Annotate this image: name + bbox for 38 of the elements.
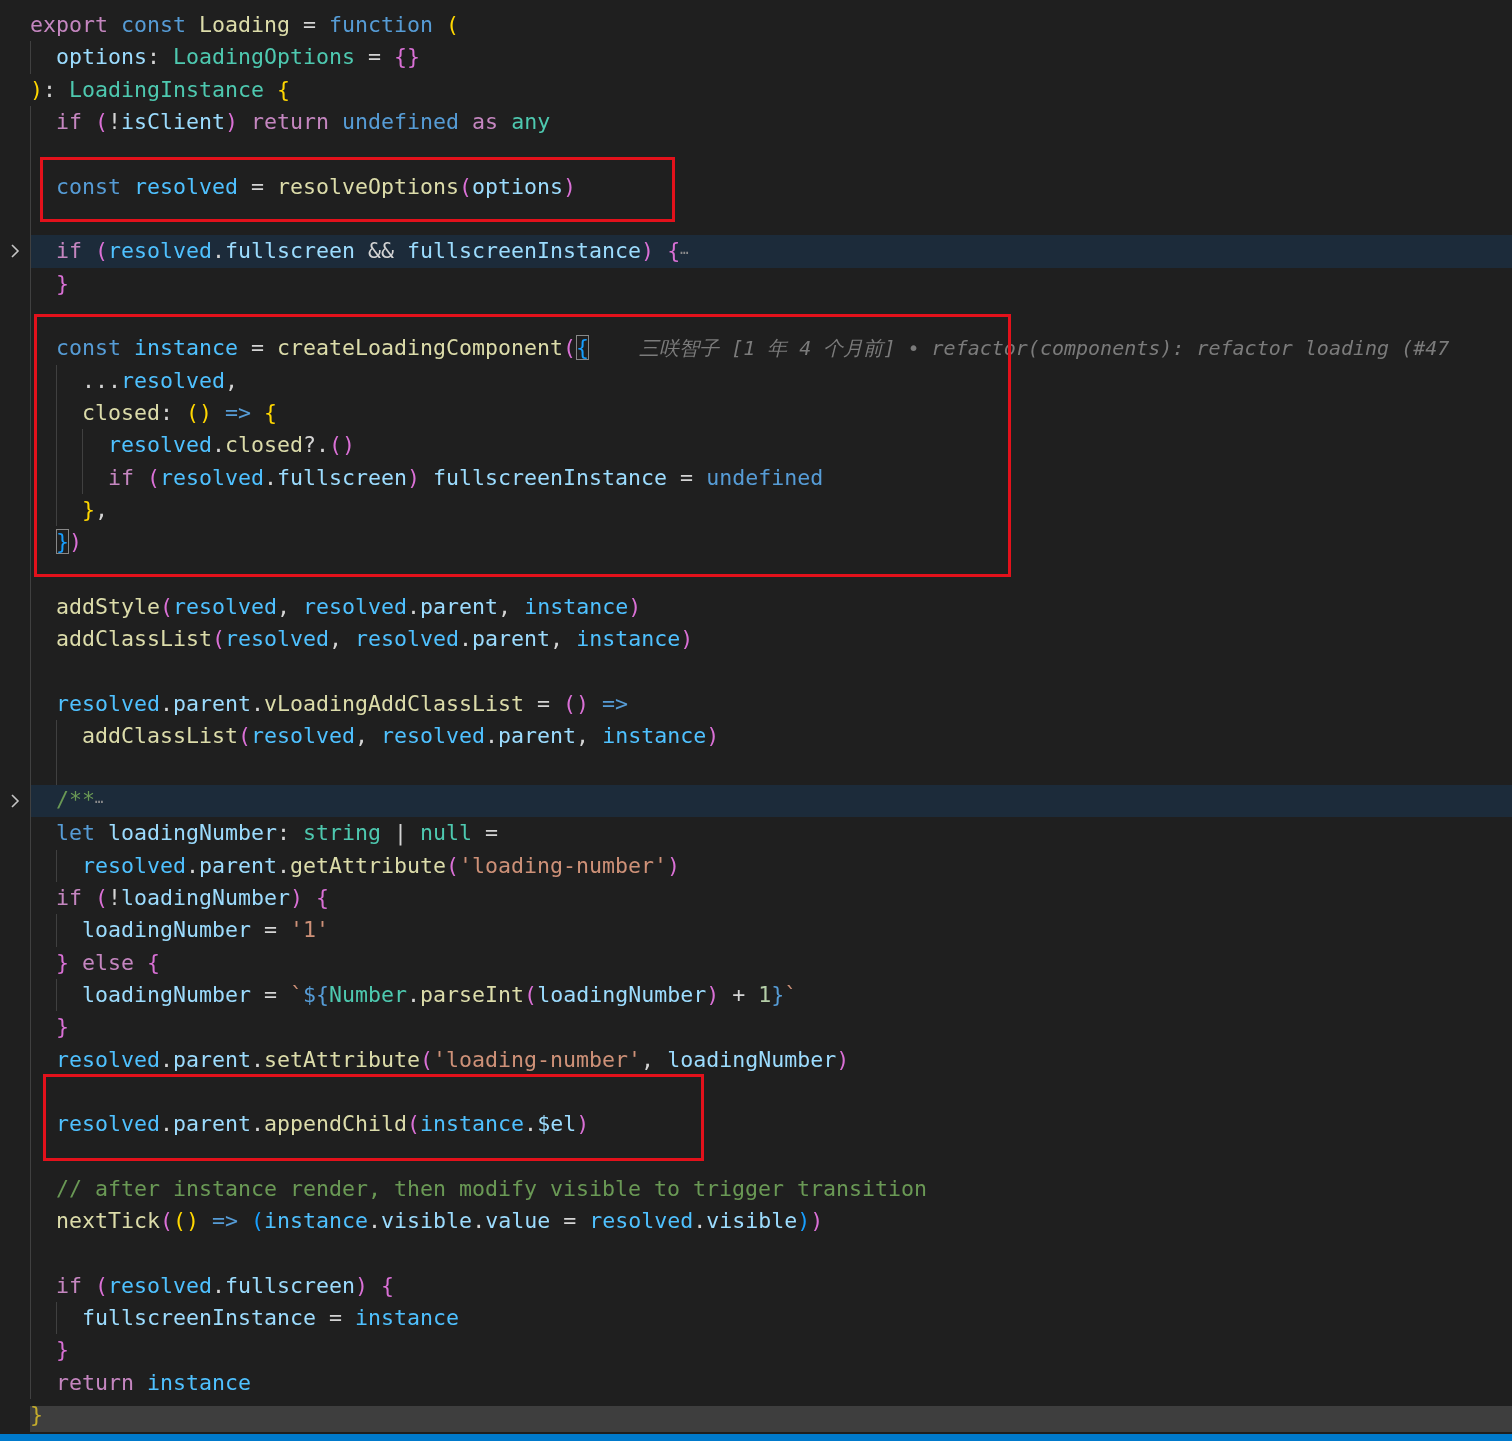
code-line: ): LoadingInstance { xyxy=(30,75,291,104)
code-line: /**⋯ xyxy=(56,786,104,815)
code-line: if (resolved.fullscreen && fullscreenInstance) {⋯ xyxy=(56,236,689,265)
code-line: }, xyxy=(82,495,109,524)
code-line: nextTick(() => (instance.visible.value = resolved.visible)) xyxy=(56,1207,824,1236)
code-line: ...resolved, xyxy=(82,366,239,395)
code-line: if (!loadingNumber) { xyxy=(56,883,330,912)
code-line: resolved.parent.setAttribute('loading-number', loadingNumber) xyxy=(56,1045,850,1074)
code-line: loadingNumber = `${Number.parseInt(loadingNumber) + 1}` xyxy=(82,980,798,1009)
code-line: loadingNumber = '1' xyxy=(82,916,330,945)
code-line: resolved.parent.vLoadingAddClassList = () => xyxy=(56,689,629,718)
code-line: options: LoadingOptions = {} xyxy=(56,43,421,72)
code-line: if (resolved.fullscreen) { xyxy=(56,1271,395,1300)
code-line: resolved.parent.appendChild(instance.$el) xyxy=(56,1110,590,1139)
code-line: closed: () => { xyxy=(82,398,278,427)
code-line: } else { xyxy=(56,948,161,977)
code-line: } xyxy=(56,1013,69,1042)
code-line: } xyxy=(56,269,69,298)
code-line: }) xyxy=(56,528,83,557)
horizontal-scrollbar[interactable] xyxy=(30,1406,1512,1432)
code-line: let loadingNumber: string | null = xyxy=(56,819,499,848)
code-line: if (!isClient) return undefined as any xyxy=(56,108,551,136)
chevron-right-icon[interactable] xyxy=(10,243,20,260)
code-line: } xyxy=(56,1336,69,1365)
code-line: } xyxy=(30,1401,43,1430)
code-line: export const Loading = function ( xyxy=(30,11,460,39)
code-line: addClassList(resolved, resolved.parent, instance) xyxy=(56,625,694,654)
code-line: const resolved = resolveOptions(options) xyxy=(56,172,577,201)
code-line: resolved.closed?.() xyxy=(108,431,356,460)
code-comment: // after instance render, then modify visible to trigger transition xyxy=(56,1174,928,1203)
code-line: if (resolved.fullscreen) fullscreenInstance = undefined xyxy=(108,463,824,492)
code-line: const instance = createLoadingComponent({ xyxy=(56,334,590,363)
chevron-right-icon[interactable] xyxy=(10,793,20,810)
code-line: resolved.parent.getAttribute('loading-number') xyxy=(82,851,681,880)
code-line: fullscreenInstance = instance xyxy=(82,1304,460,1333)
code-line: return instance xyxy=(56,1368,252,1397)
code-line: addClassList(resolved, resolved.parent, instance) xyxy=(82,722,720,751)
code-line: addStyle(resolved, resolved.parent, instance) xyxy=(56,592,642,621)
